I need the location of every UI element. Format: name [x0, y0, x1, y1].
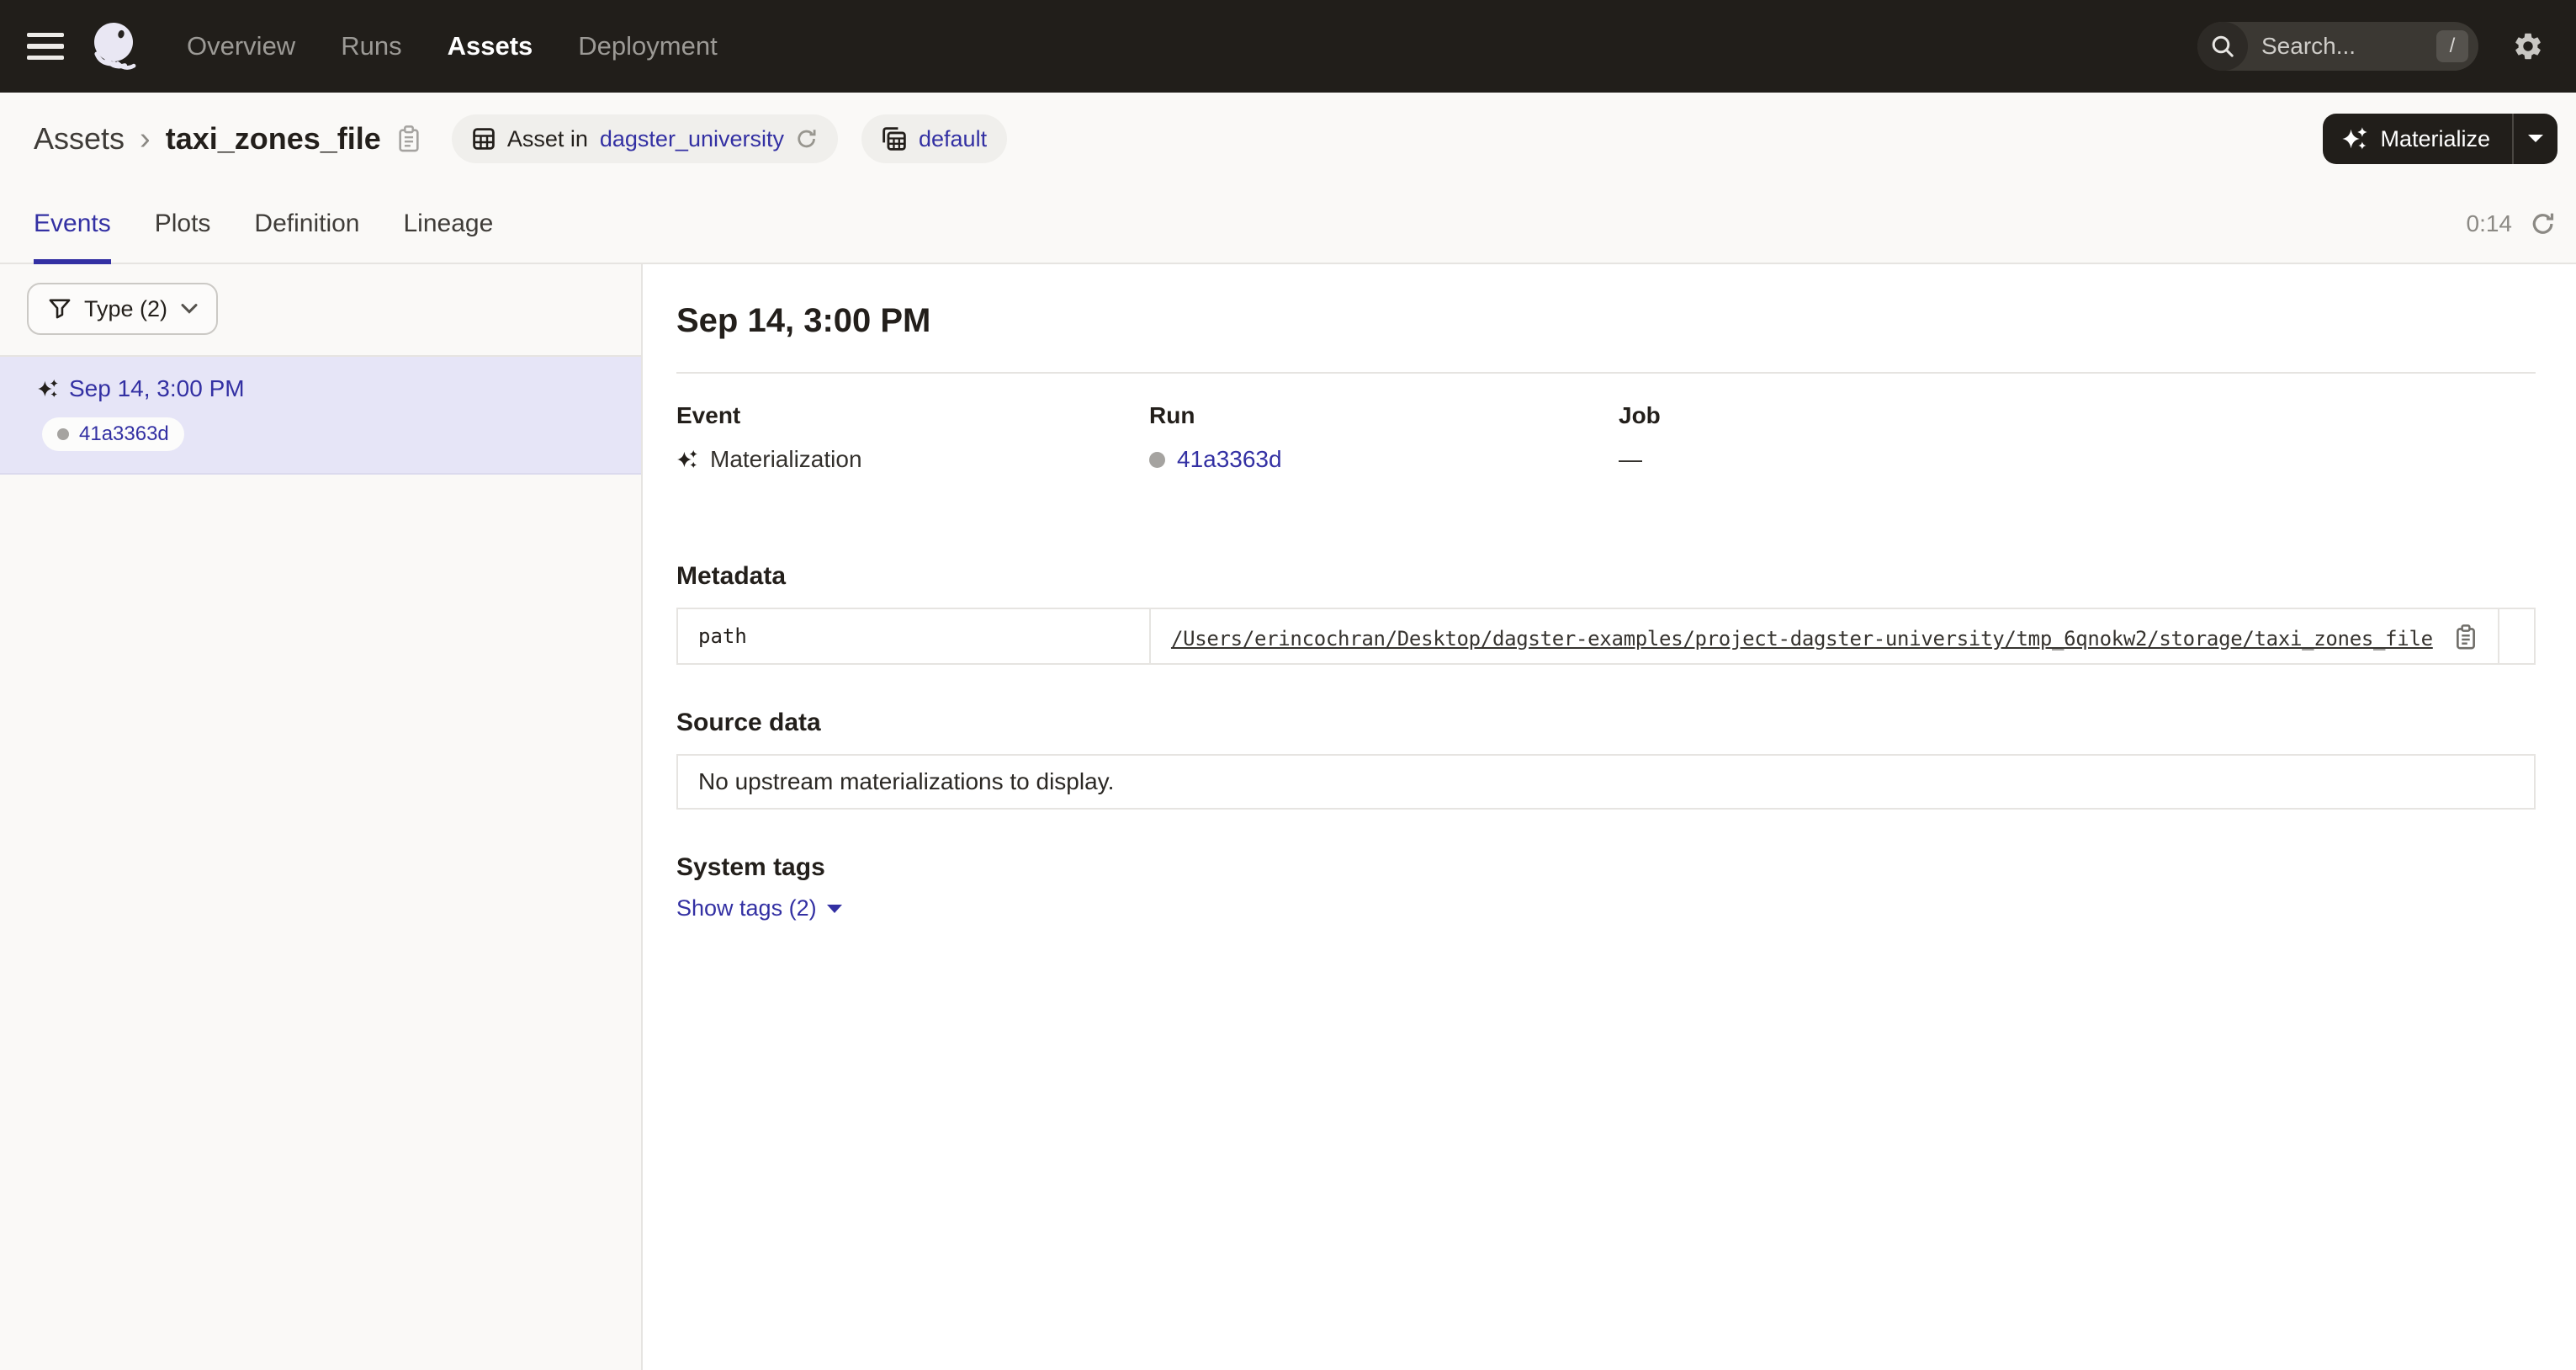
- filter-bar: Type (2): [0, 264, 641, 355]
- metadata-key-cell: path: [677, 608, 1150, 664]
- grid-icon: [472, 127, 496, 151]
- run-id-label: 41a3363d: [79, 422, 169, 446]
- primary-nav: Overview Runs Assets Deployment: [187, 31, 718, 61]
- code-location-badge: Asset in dagster_university: [452, 114, 838, 163]
- event-column: Event Materialization: [676, 402, 1149, 473]
- tab-lineage[interactable]: Lineage: [404, 185, 494, 263]
- nav-deployment[interactable]: Deployment: [578, 31, 717, 61]
- metadata-table: path /Users/erincochran/Desktop/dagster-…: [676, 608, 2536, 665]
- menu-icon[interactable]: [27, 33, 64, 60]
- show-tags-label: Show tags (2): [676, 895, 817, 921]
- run-status-dot: [57, 428, 69, 440]
- show-tags-toggle[interactable]: Show tags (2): [676, 895, 842, 921]
- run-column-label: Run: [1149, 402, 1619, 429]
- job-column-label: Job: [1619, 402, 2536, 429]
- tabs-bar: Events Plots Definition Lineage 0:14: [0, 185, 2576, 264]
- materialization-sparkle-icon: [676, 449, 698, 470]
- run-status-dot: [1149, 452, 1165, 468]
- filter-funnel-icon: [49, 299, 71, 319]
- top-navigation-bar: Overview Runs Assets Deployment /: [0, 0, 2576, 93]
- tab-plots[interactable]: Plots: [155, 185, 211, 263]
- events-sidebar: Type (2) Sep 14, 3:00 PM 41a3363d: [0, 264, 643, 1370]
- event-detail-title: Sep 14, 3:00 PM: [676, 300, 2536, 342]
- breadcrumb-row: Assets › taxi_zones_file Asset in dagste…: [0, 93, 2576, 185]
- code-location-link[interactable]: dagster_university: [600, 126, 784, 152]
- refresh-area: 0:14: [2467, 185, 2557, 263]
- caret-down-icon: [2527, 134, 2544, 144]
- content-area: Type (2) Sep 14, 3:00 PM 41a3363d: [0, 264, 2576, 1370]
- materialization-sparkle-icon: [37, 378, 59, 400]
- event-list-item-selected[interactable]: Sep 14, 3:00 PM 41a3363d: [0, 357, 641, 475]
- event-timestamp-label: Sep 14, 3:00 PM: [69, 375, 245, 402]
- refresh-icon[interactable]: [2531, 211, 2556, 236]
- nav-assets[interactable]: Assets: [448, 31, 533, 61]
- job-column: Job —: [1619, 402, 2536, 473]
- dagster-logo-icon[interactable]: [86, 18, 143, 75]
- metadata-heading: Metadata: [676, 562, 2536, 591]
- caret-down-icon: [827, 905, 842, 913]
- gear-icon[interactable]: [2512, 30, 2544, 62]
- dagster-asset-page: Overview Runs Assets Deployment / Assets…: [0, 0, 2576, 1370]
- copy-path-icon[interactable]: [2454, 624, 2478, 650]
- job-empty-value: —: [1619, 446, 1642, 473]
- system-tags-heading: System tags: [676, 853, 2536, 882]
- materialize-split-button: Materialize: [2323, 114, 2557, 164]
- nav-overview[interactable]: Overview: [187, 31, 295, 61]
- event-list: Sep 14, 3:00 PM 41a3363d: [0, 355, 641, 475]
- chevron-down-icon: [181, 304, 198, 314]
- refresh-countdown: 0:14: [2467, 210, 2513, 237]
- table-row: path /Users/erincochran/Desktop/dagster-…: [677, 608, 2535, 664]
- run-id-chip[interactable]: 41a3363d: [42, 417, 184, 451]
- event-overview-columns: Event Materialization Run 41a3363d Job —: [676, 402, 2536, 473]
- reload-location-icon[interactable]: [796, 128, 818, 150]
- tab-events[interactable]: Events: [34, 185, 111, 263]
- group-badge: default: [861, 114, 1007, 163]
- group-link[interactable]: default: [919, 126, 987, 152]
- source-data-empty-message: No upstream materializations to display.: [676, 754, 2536, 810]
- metadata-path-link[interactable]: /Users/erincochran/Desktop/dagster-examp…: [1171, 627, 2433, 650]
- metadata-spacer-cell: [2499, 608, 2535, 664]
- event-detail-panel: Sep 14, 3:00 PM Event Materialization Ru…: [643, 264, 2576, 1370]
- tab-definition[interactable]: Definition: [254, 185, 359, 263]
- asset-in-label: Asset in: [507, 126, 588, 152]
- materialize-dropdown-button[interactable]: [2514, 114, 2557, 164]
- metadata-value-cell: /Users/erincochran/Desktop/dagster-examp…: [1150, 608, 2499, 664]
- empty-message-text: No upstream materializations to display.: [698, 768, 1114, 795]
- breadcrumb-separator: ›: [140, 121, 151, 157]
- source-data-heading: Source data: [676, 709, 2536, 737]
- materialize-label: Materialize: [2380, 126, 2490, 152]
- type-filter-label: Type (2): [84, 296, 167, 322]
- materialize-button[interactable]: Materialize: [2323, 114, 2512, 164]
- run-id-link[interactable]: 41a3363d: [1177, 446, 1282, 473]
- event-column-label: Event: [676, 402, 1149, 429]
- run-column: Run 41a3363d: [1149, 402, 1619, 473]
- materialize-sparkle-icon: [2341, 125, 2368, 152]
- copy-asset-name-icon[interactable]: [396, 125, 421, 153]
- layered-grid-icon: [882, 126, 907, 151]
- nav-runs[interactable]: Runs: [341, 31, 401, 61]
- breadcrumb-assets-link[interactable]: Assets: [34, 121, 125, 157]
- search-icon: [2197, 22, 2248, 71]
- type-filter-button[interactable]: Type (2): [27, 283, 218, 335]
- event-type-value: Materialization: [710, 446, 862, 473]
- divider: [676, 372, 2536, 374]
- slash-shortcut-key: /: [2436, 30, 2468, 62]
- search-input[interactable]: [2248, 33, 2436, 60]
- event-timestamp[interactable]: Sep 14, 3:00 PM: [37, 375, 614, 402]
- search-bar[interactable]: /: [2197, 22, 2478, 71]
- page-title: taxi_zones_file: [166, 121, 381, 157]
